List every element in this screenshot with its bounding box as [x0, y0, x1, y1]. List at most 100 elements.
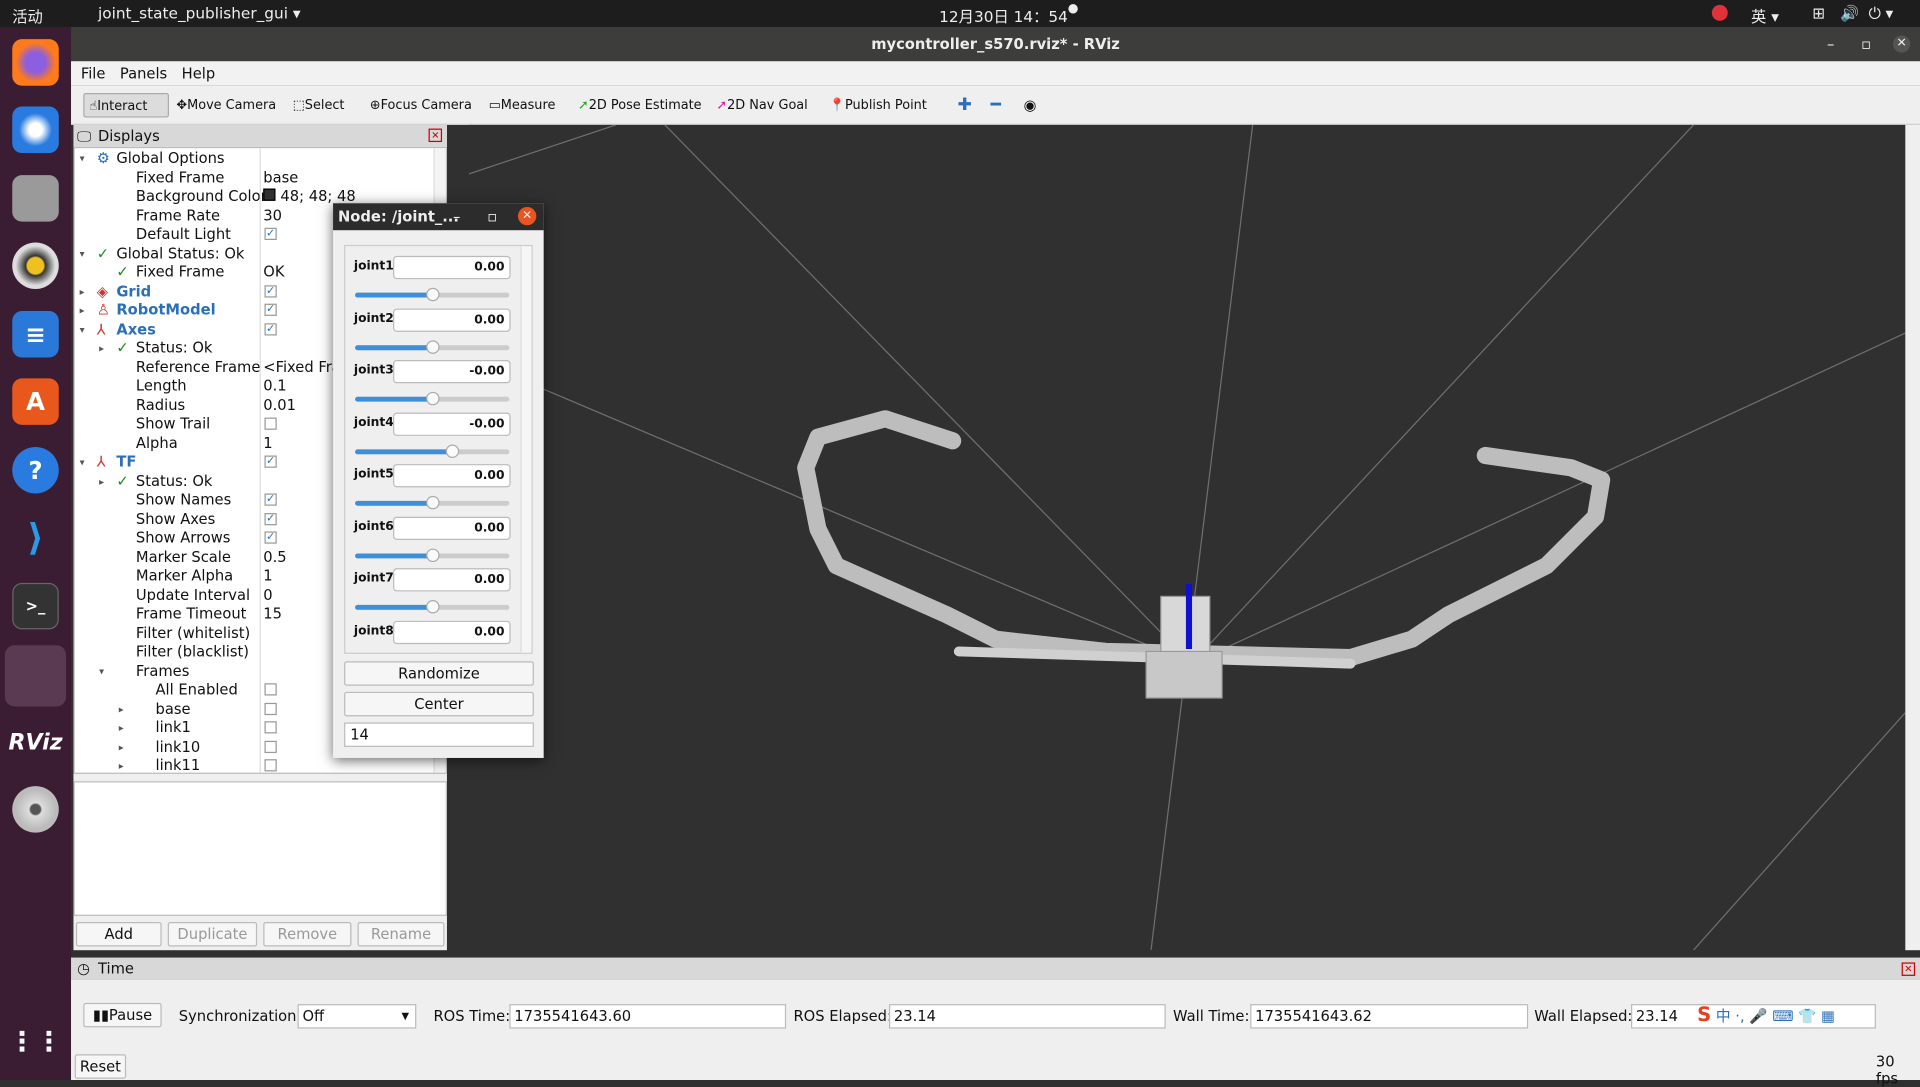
checkbox[interactable]: ✓	[264, 493, 277, 506]
app-center-icon[interactable]: A	[12, 378, 59, 425]
joint-slider[interactable]	[355, 443, 510, 458]
joint-value-field[interactable]: 0.00	[393, 516, 511, 540]
expand-arrow-icon[interactable]: ▾	[80, 244, 85, 263]
row-value[interactable]: OK	[263, 263, 284, 282]
slider-handle[interactable]	[426, 287, 440, 302]
thunderbird-icon[interactable]	[12, 106, 59, 154]
eye-icon[interactable]: ◉	[1019, 93, 1042, 117]
firefox-icon[interactable]	[12, 39, 59, 86]
checkbox[interactable]	[264, 740, 277, 753]
expand-arrow-icon[interactable]: ▾	[80, 320, 85, 339]
wall-time-field[interactable]: 1735541643.62	[1250, 1004, 1529, 1029]
right-dock-collapse[interactable]	[1905, 124, 1920, 951]
clock[interactable]: 12月30日 14：54	[939, 4, 1068, 27]
tool-move-camera[interactable]: ✥Move Camera	[171, 93, 281, 117]
slider-handle[interactable]	[426, 547, 440, 562]
input-method-menu[interactable]: 英 ▾	[1751, 4, 1779, 27]
row-value[interactable]: base	[263, 168, 298, 187]
rviz-icon[interactable]: RViz	[8, 719, 62, 766]
joint-slider[interactable]	[355, 391, 510, 406]
maximize-button[interactable]: ▫	[1861, 27, 1871, 61]
input-method-toolbar[interactable]: S 中 ·, 🎤 ⌨ 👕 ▦	[1697, 1002, 1868, 1029]
dialog-minimize-button[interactable]: –	[453, 203, 460, 230]
checkbox[interactable]: ✓	[264, 303, 277, 316]
row-value[interactable]: 1	[263, 434, 272, 453]
tool-interact[interactable]: ☝Interact	[83, 93, 169, 118]
column-divider[interactable]	[259, 148, 261, 773]
row-value[interactable]: 15	[263, 605, 282, 624]
joint-slider[interactable]	[355, 600, 510, 614]
row-count-spinbox[interactable]: 14	[344, 722, 534, 747]
app-menu[interactable]: joint_state_publisher_gui ▾	[98, 4, 301, 22]
tool-select[interactable]: ⬚Select	[288, 93, 350, 117]
help-icon[interactable]: ?	[12, 446, 59, 494]
tool-2d-pose-estimate[interactable]: ➚2D Pose Estimate	[573, 93, 706, 117]
checkbox[interactable]	[264, 721, 277, 734]
vscode-icon[interactable]: ⟩	[12, 514, 59, 561]
joint-value-field[interactable]: -0.00	[393, 360, 511, 384]
joint-slider[interactable]	[355, 339, 510, 354]
do-not-disturb-icon[interactable]	[1711, 4, 1728, 21]
row-value[interactable]: 1	[263, 567, 272, 586]
checkbox[interactable]: ✓	[264, 455, 277, 468]
joint-value-field[interactable]: 0.00	[393, 620, 511, 644]
expand-arrow-icon[interactable]: ▸	[99, 472, 104, 491]
expand-arrow-icon[interactable]: ▾	[80, 453, 85, 472]
row-value[interactable]: 30	[263, 206, 282, 225]
active-app-slot[interactable]	[4, 645, 67, 707]
tree-row[interactable]: Fixed Frame base	[75, 168, 430, 187]
rhythmbox-icon[interactable]	[12, 242, 59, 289]
joint-value-field[interactable]: 0.00	[393, 464, 511, 488]
joint-value-field[interactable]: 0.00	[393, 255, 511, 280]
expand-arrow-icon[interactable]: ▸	[119, 700, 124, 719]
row-value[interactable]: 0	[263, 586, 272, 605]
expand-arrow-icon[interactable]: ▸	[80, 301, 85, 320]
tool-publish-point[interactable]: 📍Publish Point	[824, 93, 932, 117]
files-icon[interactable]	[12, 175, 59, 222]
menu-help[interactable]: Help	[182, 61, 216, 85]
remove-button[interactable]: Remove	[263, 922, 352, 947]
add-button[interactable]: Add	[75, 922, 162, 947]
power-icon[interactable]: ⏻ ▾	[1869, 4, 1894, 24]
joint-slider[interactable]	[355, 495, 510, 510]
reset-button[interactable]: Reset	[74, 1054, 127, 1079]
3d-render-view[interactable]	[468, 124, 1906, 951]
app-grid-icon[interactable]: ⋮⋮	[9, 1019, 63, 1066]
checkbox[interactable]: ✓	[264, 227, 277, 241]
menu-panels[interactable]: Panels	[120, 61, 167, 85]
expand-arrow-icon[interactable]: ▾	[80, 149, 85, 168]
expand-arrow-icon[interactable]: ▾	[99, 662, 104, 681]
terminal-icon[interactable]: >_	[12, 582, 59, 630]
ros-elapsed-field[interactable]: 23.14	[888, 1004, 1166, 1029]
slider-handle[interactable]	[426, 495, 440, 510]
checkbox[interactable]: ✓	[264, 531, 277, 544]
tree-row[interactable]: ▾ ⚙ Global Options	[75, 149, 430, 168]
minimize-button[interactable]: –	[1827, 27, 1834, 61]
rename-button[interactable]: Rename	[357, 922, 445, 947]
expand-arrow-icon[interactable]: ▸	[119, 738, 124, 757]
duplicate-button[interactable]: Duplicate	[167, 922, 258, 947]
menu-file[interactable]: File	[81, 61, 106, 85]
checkbox[interactable]: ✓	[264, 512, 277, 525]
tool-measure[interactable]: ▭Measure	[484, 93, 561, 117]
writer-icon[interactable]: ≡	[12, 311, 59, 358]
sync-select[interactable]: Off ▼	[297, 1004, 417, 1029]
row-value[interactable]: 0.5	[263, 548, 286, 567]
expand-arrow-icon[interactable]: ▸	[80, 282, 85, 301]
randomize-button[interactable]: Randomize	[344, 661, 534, 686]
add-tool-icon[interactable]: ✚	[953, 93, 977, 117]
close-time-panel-icon[interactable]: ✕	[1901, 962, 1916, 976]
pause-button[interactable]: ▮▮Pause	[83, 1002, 162, 1028]
activities-button[interactable]: 活动	[12, 4, 43, 27]
slider-handle[interactable]	[426, 652, 440, 653]
joint-slider[interactable]	[355, 287, 510, 302]
expand-arrow-icon[interactable]: ▸	[119, 719, 124, 738]
row-value[interactable]: 0.1	[263, 377, 286, 396]
slider-handle[interactable]	[426, 339, 440, 354]
joint-value-field[interactable]: 0.00	[393, 307, 511, 332]
network-icon[interactable]: ⊞	[1812, 4, 1825, 22]
joint-list-scrollbar[interactable]	[520, 246, 532, 653]
ros-time-field[interactable]: 1735541643.60	[509, 1004, 787, 1029]
dvd-icon[interactable]	[12, 786, 59, 833]
tree-row[interactable]: ▸ link11	[75, 757, 430, 773]
